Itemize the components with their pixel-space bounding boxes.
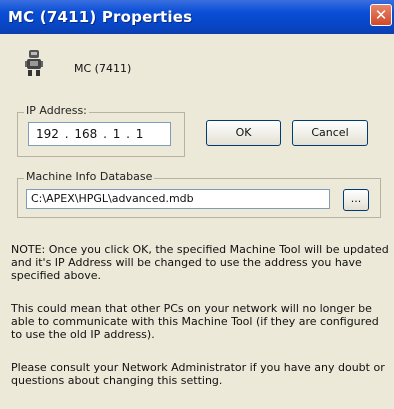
machine-name: MC (7411)	[74, 62, 132, 75]
note-paragraph-1: NOTE: Once you click OK, the specified M…	[11, 243, 389, 282]
close-button[interactable]: ✕	[370, 4, 392, 26]
close-icon: ✕	[374, 6, 388, 24]
browse-button[interactable]: ...	[343, 189, 369, 211]
ip-address-input[interactable]: 192 . 168 . 1 . 1	[28, 122, 171, 146]
ip-address-label: IP Address:	[24, 104, 89, 117]
machine-tool-icon	[25, 50, 43, 76]
window-title: MC (7411) Properties	[8, 8, 193, 26]
machine-db-label: Machine Info Database	[24, 170, 155, 183]
ok-button[interactable]: OK	[206, 120, 281, 146]
cancel-button[interactable]: Cancel	[292, 120, 368, 146]
note-paragraph-3: Please consult your Network Administrato…	[11, 361, 385, 387]
properties-dialog: MC (7411) Properties ✕ MC (7411) IP Addr…	[0, 0, 394, 409]
title-bar[interactable]: MC (7411) Properties ✕	[0, 0, 394, 34]
note-paragraph-2: This could mean that other PCs on your n…	[11, 302, 379, 341]
database-path-field[interactable]: C:\APEX\HPGL\advanced.mdb	[26, 189, 330, 209]
